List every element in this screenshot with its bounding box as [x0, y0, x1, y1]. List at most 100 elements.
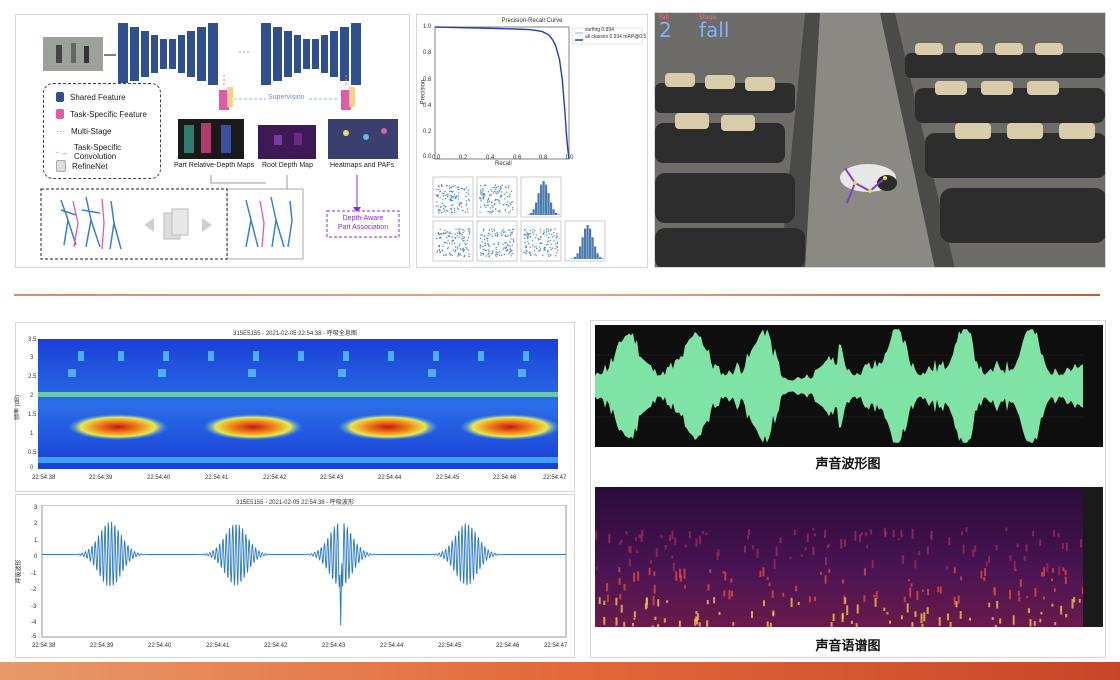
spectrogram-energy: [732, 622, 735, 626]
scatter-point: [460, 188, 462, 190]
spectrogram-energy: [751, 610, 753, 618]
scatter-point: [500, 234, 503, 237]
scatter-point: [442, 199, 444, 201]
spectrogram-energy: [985, 561, 988, 567]
spectrogram-energy: [812, 528, 815, 531]
spectrogram-energy: [675, 571, 678, 581]
spectrogram-energy: [870, 529, 873, 535]
scatter-point: [487, 198, 489, 201]
scatter-point: [503, 253, 506, 256]
scatter-point: [438, 237, 440, 239]
scatter-point: [479, 185, 482, 187]
histogram-bar: [550, 202, 553, 215]
spectrogram-energy: [678, 620, 681, 627]
scatter-point: [544, 249, 546, 251]
spectrogram-energy: [671, 530, 674, 539]
scatter-point: [533, 246, 535, 248]
spectrogram-energy: [759, 570, 762, 577]
scatter-point: [481, 253, 483, 255]
scatter-point: [498, 254, 501, 256]
scatter-point: [510, 250, 512, 253]
spectrogram-energy: [1065, 542, 1068, 552]
scatter-point: [468, 255, 470, 258]
scatter-point: [464, 211, 466, 213]
scatter-point: [479, 206, 482, 208]
scatter-point: [540, 242, 542, 245]
spectrogram-energy: [960, 576, 963, 581]
scatter-point: [454, 249, 457, 251]
scatter-point: [436, 188, 438, 190]
scatter-point: [439, 209, 441, 211]
spectrogram-energy: [603, 600, 606, 605]
spectrogram-energy: [603, 616, 606, 625]
spectrogram-energy: [806, 533, 809, 543]
spectrogram-energy: [671, 555, 674, 559]
scatter-point: [483, 239, 486, 241]
scatter-point: [549, 246, 551, 249]
spectrogram-energy: [790, 597, 793, 607]
scatter-point: [453, 193, 456, 195]
spectrogram-energy: [1064, 570, 1067, 575]
scatter-point: [512, 238, 514, 240]
scatter-point: [480, 200, 482, 202]
scatter-point: [500, 195, 503, 197]
spectrogram-energy: [980, 570, 983, 579]
scatter-point: [534, 253, 536, 256]
spectrogram-energy: [1058, 566, 1061, 576]
spectrogram-energy: [1073, 597, 1076, 603]
spectrogram-energy: [634, 537, 637, 541]
spectrogram-energy: [969, 617, 971, 621]
scatter-point: [512, 228, 515, 231]
scatter-point: [553, 231, 555, 234]
scatter-point: [487, 197, 490, 199]
scatter-point: [482, 198, 484, 200]
scatter-point: [493, 230, 496, 232]
spectrogram-energy: [633, 611, 636, 617]
scatter-point: [512, 206, 514, 209]
spectrogram-energy: [874, 598, 877, 607]
spectrogram-energy: [988, 602, 991, 608]
scatter-point: [527, 234, 529, 236]
scatter-point: [462, 229, 464, 231]
scatter-point: [556, 235, 558, 237]
scatter-point: [494, 234, 497, 237]
histogram-bar: [527, 214, 530, 215]
footer-bar: [0, 662, 1120, 680]
scatter-point: [537, 238, 540, 240]
scatter-point: [511, 252, 514, 255]
spectrogram-energy: [1065, 614, 1068, 618]
spectrogram-energy: [615, 617, 618, 626]
spectrogram-energy: [953, 596, 956, 605]
scatter-point: [532, 231, 534, 233]
spectrogram-energy: [695, 538, 698, 547]
scatter-point: [467, 193, 470, 195]
scatter-point: [507, 201, 509, 203]
scatter-point: [436, 195, 438, 197]
scatter-point: [442, 195, 444, 197]
scatter-point: [436, 250, 439, 252]
spectrogram-energy: [962, 544, 965, 554]
scatter-point: [556, 232, 558, 235]
spectrogram-energy: [947, 613, 949, 621]
spectrogram-energy: [645, 598, 648, 609]
spectrogram-energy: [953, 567, 956, 574]
scatter-point: [509, 193, 511, 196]
scatter-point: [458, 233, 461, 235]
histogram-bar: [552, 209, 555, 215]
scatter-point: [550, 248, 552, 251]
scatter-point: [437, 209, 440, 211]
spectrogram-energy: [883, 607, 886, 611]
histogram-bar: [537, 193, 540, 215]
spectrogram-energy: [1034, 588, 1037, 597]
scatter-point: [509, 235, 512, 237]
scatter-point: [538, 246, 541, 248]
scatter-point: [451, 191, 454, 193]
scatter-point: [444, 205, 446, 208]
scatter-point: [538, 239, 540, 241]
spectrogram-energy: [921, 624, 924, 627]
scatter-point: [502, 234, 504, 236]
spectrogram-energy: [789, 556, 792, 559]
spectrogram-energy: [663, 618, 666, 623]
part-depth-label: Part Relative-Depth Maps: [174, 162, 255, 169]
histogram-bar: [555, 212, 558, 215]
